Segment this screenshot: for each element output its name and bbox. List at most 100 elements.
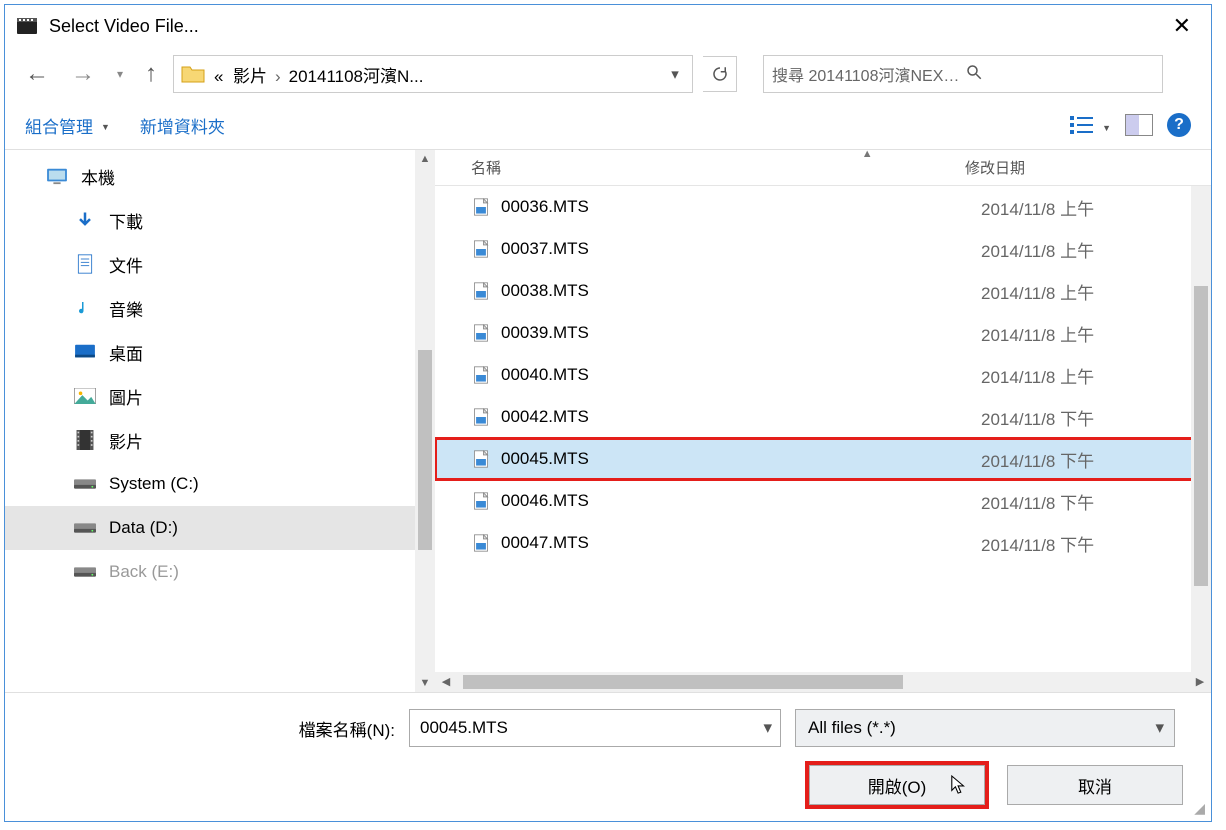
file-icon [471, 407, 491, 427]
column-date-header[interactable]: 修改日期 [965, 157, 1191, 178]
nav-forward-button[interactable]: → [65, 58, 101, 90]
filetype-select[interactable]: All files (*.*) ▾ [795, 709, 1175, 747]
sort-indicator-icon: ▲ [862, 150, 873, 160]
sidebar-item-7[interactable]: System (C:) [5, 462, 435, 506]
file-date: 2014/11/8 上午 [981, 363, 1094, 388]
sidebar-item-label: Data (D:) [109, 518, 178, 538]
sidebar-item-6[interactable]: 影片 [5, 418, 435, 462]
scroll-up-icon[interactable]: ▲ [416, 150, 434, 168]
scrollbar-thumb[interactable] [463, 675, 903, 689]
scrollbar-thumb[interactable] [1194, 286, 1208, 586]
resize-grip-icon[interactable]: ◢ [1194, 800, 1205, 817]
file-row[interactable]: 00039.MTS2014/11/8 上午 [435, 312, 1211, 354]
file-row[interactable]: 00040.MTS2014/11/8 上午 [435, 354, 1211, 396]
sidebar-item-1[interactable]: 下載 [5, 198, 435, 242]
filename-input[interactable]: 00045.MTS ▾ [409, 709, 781, 747]
file-icon [471, 323, 491, 343]
nav-row: ← → ▾ ↑ « 影片 20141108河濱N... ▾ 搜尋 20141108… [5, 47, 1211, 101]
dropdown-icon[interactable]: ▾ [1155, 718, 1164, 738]
sidebar-item-5[interactable]: 圖片 [5, 374, 435, 418]
filetype-value: All files (*.*) [808, 718, 896, 738]
view-options-button[interactable] [1070, 114, 1111, 137]
path-seg-1[interactable]: 影片 [233, 67, 267, 86]
search-input[interactable]: 搜尋 20141108河濱NEX-VG... [763, 55, 1163, 93]
file-row[interactable]: 00036.MTS2014/11/8 上午 [435, 186, 1211, 228]
folder-icon [180, 63, 206, 85]
path-seg-2[interactable]: 20141108河濱N... [289, 67, 424, 86]
sidebar-item-2[interactable]: 文件 [5, 242, 435, 286]
scroll-right-icon[interactable]: ▶ [1191, 673, 1209, 691]
file-name: 00047.MTS [501, 533, 981, 553]
filename-value: 00045.MTS [420, 718, 508, 738]
refresh-button[interactable] [703, 56, 737, 92]
chevron-icon [267, 67, 289, 86]
scroll-left-icon[interactable]: ◀ [437, 673, 455, 691]
file-date: 2014/11/8 上午 [981, 279, 1094, 304]
file-name: 00046.MTS [501, 491, 981, 511]
file-row[interactable]: 00046.MTS2014/11/8 下午 [435, 480, 1211, 522]
file-icon [471, 533, 491, 553]
sidebar-item-label: 本機 [81, 164, 115, 189]
file-name: 00040.MTS [501, 365, 981, 385]
filename-label: 檔案名稱(N): [5, 716, 395, 741]
search-placeholder: 搜尋 20141108河濱NEX-VG... [772, 62, 961, 86]
file-name: 00042.MTS [501, 407, 981, 427]
music-icon [73, 298, 97, 318]
drive-icon [73, 474, 97, 494]
file-row[interactable]: 00037.MTS2014/11/8 上午 [435, 228, 1211, 270]
sidebar-scrollbar[interactable]: ▲ ▼ [415, 150, 435, 692]
file-name: 00037.MTS [501, 239, 981, 259]
file-icon [471, 197, 491, 217]
sidebar-item-3[interactable]: 音樂 [5, 286, 435, 330]
file-row[interactable]: 00038.MTS2014/11/8 上午 [435, 270, 1211, 312]
drive-icon [73, 562, 97, 582]
sidebar-item-label: 桌面 [109, 340, 143, 365]
desktop-icon [73, 342, 97, 362]
column-name-header[interactable]: 名稱 [435, 157, 965, 178]
sidebar-item-4[interactable]: 桌面 [5, 330, 435, 374]
sidebar-item-label: 音樂 [109, 296, 143, 321]
organize-menu[interactable]: 組合管理 [25, 113, 110, 138]
sidebar-item-8[interactable]: Data (D:) [5, 506, 435, 550]
pc-icon [45, 166, 69, 186]
file-icon [471, 449, 491, 469]
cursor-icon [950, 774, 968, 802]
new-folder-button[interactable]: 新增資料夾 [140, 113, 225, 138]
dropdown-icon[interactable]: ▾ [763, 718, 772, 738]
nav-sidebar: 本機下載文件音樂桌面圖片影片 System (C:) Data (D:) Back (… [5, 150, 435, 692]
preview-pane-button[interactable] [1125, 114, 1153, 136]
file-name: 00036.MTS [501, 197, 981, 217]
file-row[interactable]: 00047.MTS2014/11/8 下午 [435, 522, 1211, 564]
file-row[interactable]: 00045.MTS2014/11/8 下午 [435, 438, 1211, 480]
file-pane: ▲ 名稱 修改日期 00036.MTS2014/11/8 上午00037.MTS… [435, 150, 1211, 692]
file-row[interactable]: 00042.MTS2014/11/8 下午 [435, 396, 1211, 438]
path-dropdown-button[interactable]: ▾ [658, 56, 692, 92]
close-button[interactable]: ✕ [1163, 11, 1201, 41]
nav-recent-dropdown[interactable]: ▾ [111, 65, 129, 83]
filelist-v-scrollbar[interactable] [1191, 186, 1211, 672]
dialog-body: 本機下載文件音樂桌面圖片影片 System (C:) Data (D:) Back (… [5, 149, 1211, 692]
path-text: « 影片 20141108河濱N... [212, 62, 658, 87]
cancel-button[interactable]: 取消 [1007, 765, 1183, 805]
nav-up-button[interactable]: ↑ [139, 58, 163, 90]
path-prefix: « [214, 67, 223, 86]
file-date: 2014/11/8 下午 [981, 531, 1094, 556]
scrollbar-thumb[interactable] [418, 350, 432, 550]
sidebar-item-0[interactable]: 本機 [5, 154, 435, 198]
sidebar-item-label: System (C:) [109, 474, 199, 494]
filelist-h-scrollbar[interactable]: ◀ ▶ [435, 672, 1211, 692]
sidebar-item-9[interactable]: Back (E:) [5, 550, 435, 594]
file-icon [471, 491, 491, 511]
file-list: 00036.MTS2014/11/8 上午00037.MTS2014/11/8 … [435, 186, 1211, 672]
scroll-down-icon[interactable]: ▼ [416, 674, 434, 692]
file-date: 2014/11/8 下午 [981, 447, 1094, 472]
nav-back-button[interactable]: ← [19, 58, 55, 90]
video-icon [73, 430, 97, 450]
sidebar-item-label: Back (E:) [109, 562, 179, 582]
help-button[interactable]: ? [1167, 113, 1191, 137]
file-icon [471, 365, 491, 385]
open-button[interactable]: 開啟(O) [809, 765, 985, 805]
dialog-footer: 檔案名稱(N): 00045.MTS ▾ All files (*.*) ▾ 開… [5, 692, 1211, 821]
address-bar[interactable]: « 影片 20141108河濱N... ▾ [173, 55, 693, 93]
titlebar: Select Video File... ✕ [5, 5, 1211, 47]
